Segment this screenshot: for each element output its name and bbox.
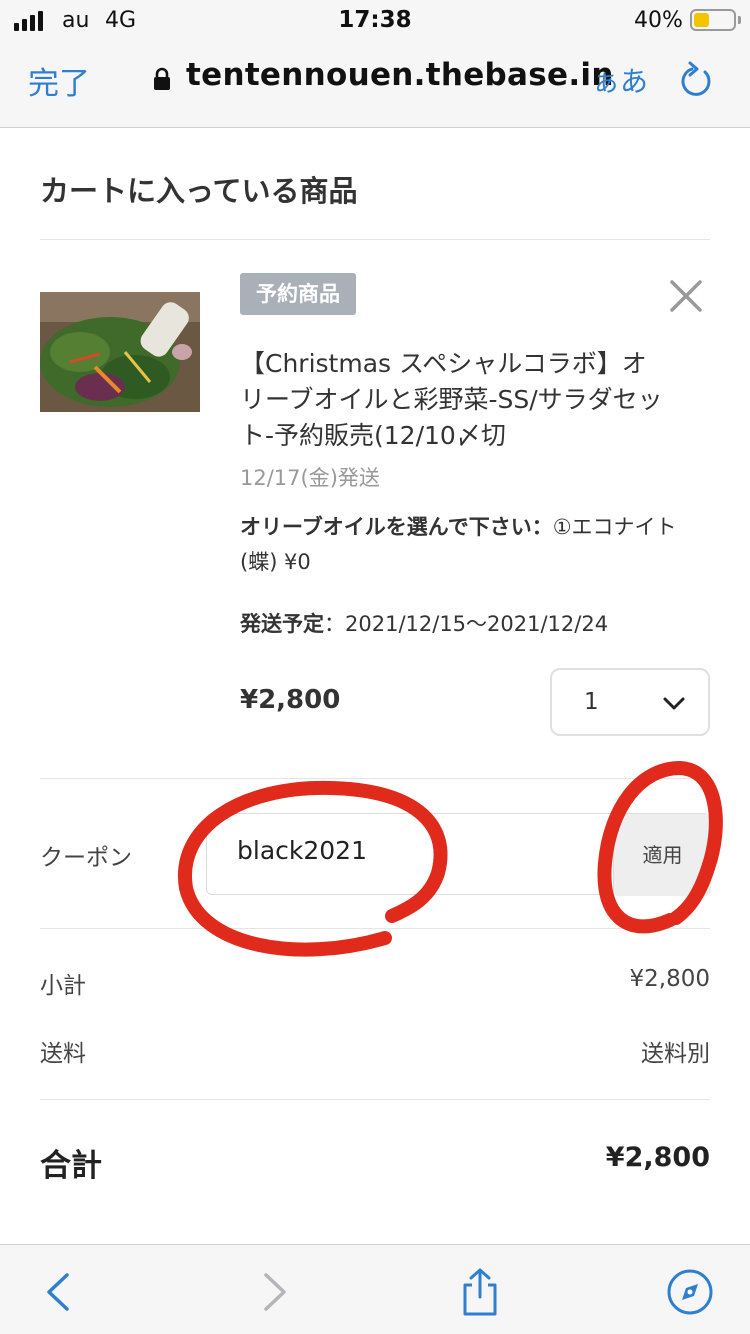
browser-address-bar: 完了 tentennouen.thebase.in ぁあ (0, 40, 750, 128)
schedule-value: ：2021/12/15〜2021/12/24 (324, 612, 609, 636)
page-title: カートに入っている商品 (40, 174, 358, 208)
done-button[interactable]: 完了 (28, 58, 90, 103)
text-size-button[interactable]: ぁあ (592, 60, 648, 100)
divider (40, 778, 710, 779)
cart-page: カートに入っている商品 予約商品 【Christmas スペシャルコラボ】オリー… (0, 128, 750, 1244)
battery-cap (738, 16, 741, 24)
coupon-label: クーポン (40, 845, 132, 871)
ship-date: 12/17(金)発送 (240, 466, 380, 490)
divider (40, 1099, 710, 1100)
status-bar: au 4G 17:38 40% (0, 0, 750, 40)
divider (40, 928, 710, 929)
quantity-value: 1 (584, 689, 599, 715)
total-value: ¥2,800 (605, 1142, 710, 1173)
product-image[interactable] (40, 292, 200, 412)
quantity-select[interactable]: 1 (550, 668, 710, 736)
battery-percent: 40% (634, 8, 683, 33)
item-price: ¥2,800 (240, 685, 341, 715)
product-name[interactable]: 【Christmas スペシャルコラボ】オリーブオイルと彩野菜-SS/サラダセッ… (240, 346, 670, 454)
battery-icon (690, 9, 736, 31)
option-label: オリーブオイルを選んで下さい： (240, 515, 553, 539)
coupon-input[interactable] (237, 836, 587, 865)
shipping-label: 送料 (40, 1041, 86, 1067)
subtotal-value: ¥2,800 (629, 966, 710, 992)
back-icon[interactable] (35, 1267, 85, 1317)
battery-level (694, 13, 709, 27)
browser-toolbar (0, 1244, 750, 1334)
divider (40, 239, 710, 240)
apply-coupon-button[interactable]: 適用 (613, 814, 711, 896)
schedule-label: 発送予定 (240, 612, 324, 636)
shipping-value: 送料別 (641, 1041, 710, 1067)
reload-icon[interactable] (678, 60, 714, 100)
lock-icon (154, 67, 170, 90)
close-icon[interactable] (666, 276, 706, 316)
subtotal-label: 小計 (40, 973, 86, 999)
share-icon[interactable] (455, 1267, 505, 1317)
forward-icon[interactable] (248, 1267, 298, 1317)
shipping-schedule: 発送予定：2021/12/15〜2021/12/24 (240, 608, 608, 638)
total-label: 合計 (40, 1148, 102, 1184)
compass-icon[interactable] (665, 1267, 715, 1317)
chevron-down-icon (663, 697, 685, 710)
product-option: オリーブオイルを選んで下さい：①エコナイト(蝶) ¥0 (240, 510, 700, 580)
coupon-field: 適用 (206, 813, 711, 896)
url-field[interactable]: tentennouen.thebase.in (186, 57, 614, 93)
reservation-badge: 予約商品 (240, 273, 356, 315)
